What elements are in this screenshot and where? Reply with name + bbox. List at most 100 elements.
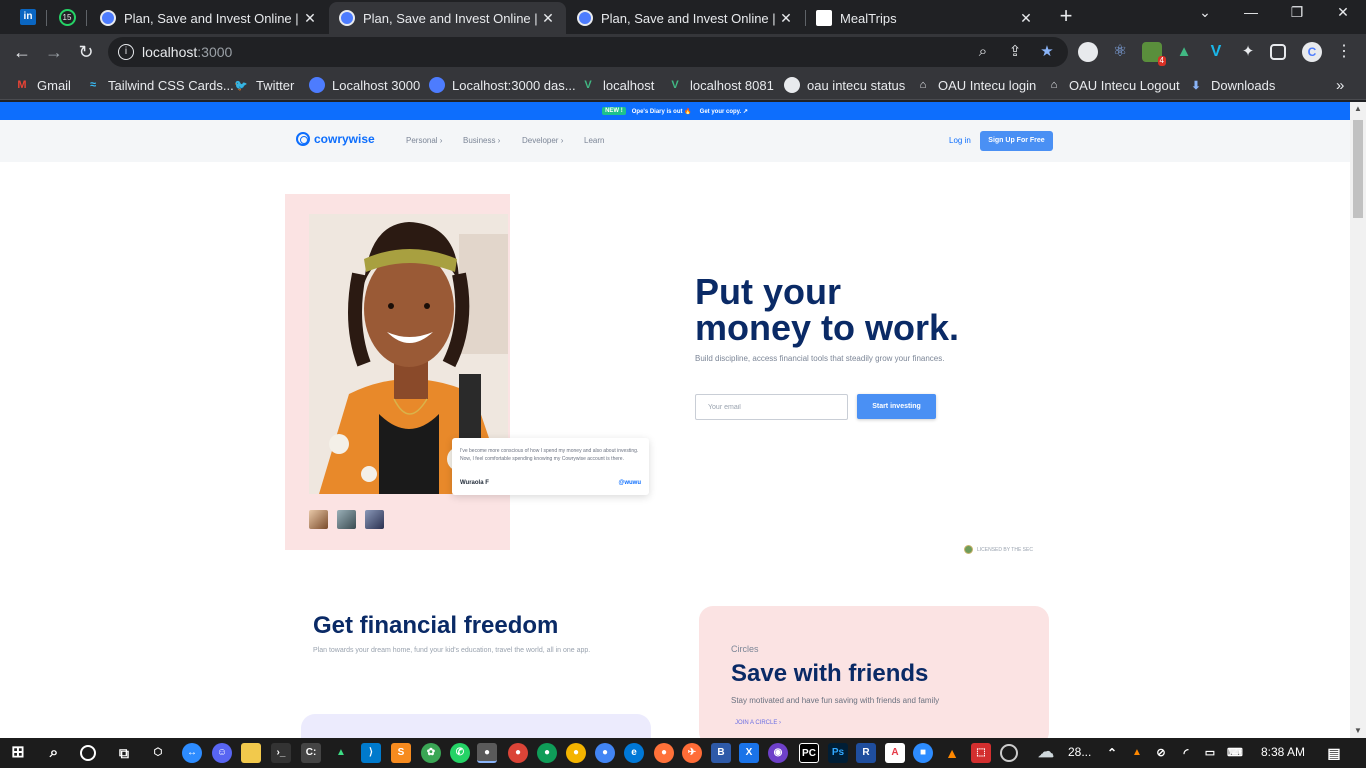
site-info-icon[interactable]: i [118,44,134,60]
close-tab-icon[interactable]: ✕ [1018,10,1034,27]
bookmark-downloads[interactable]: ⬇ Downloads [1188,76,1275,94]
bookmark-localhost-8081[interactable]: Vlocalhost 8081 [667,76,774,94]
bookmark-localhost-3000[interactable]: Localhost 3000 [309,76,420,94]
bookmark-gmail[interactable]: M Gmail [14,76,71,94]
nav-personal[interactable]: Personal › [406,136,442,145]
cmd-icon[interactable]: C: [301,743,321,763]
reload-icon[interactable]: ↻ [74,40,98,64]
whatsapp-taskbar-icon[interactable]: ✆ [450,743,470,763]
url-text[interactable]: localhost:3000 [142,44,232,60]
bookmark-twitter[interactable]: 🐦 Twitter [233,76,294,94]
vue-devtools-icon[interactable]: ▲ [1174,42,1194,62]
profile-extension-icon[interactable] [1078,42,1098,62]
r-studio-icon[interactable]: R [856,743,876,763]
chrome-profile-icon[interactable]: ● [508,743,528,763]
notifications-icon[interactable]: ▤ [1324,743,1344,763]
pinned-tab-whatsapp[interactable]: 15 [56,6,78,28]
word-icon[interactable]: B [711,743,731,763]
tab-cowrywise-2[interactable]: Plan, Save and Invest Online | Get ✕ [329,2,566,34]
bookmark-oau-intecu-logout[interactable]: ⌂ OAU Intecu Logout [1046,76,1180,94]
side-panel-icon[interactable] [1270,44,1286,60]
bookmark-star-icon[interactable]: ★ [1038,43,1056,61]
tab-cowrywise-1[interactable]: Plan, Save and Invest Online | Get ✕ [90,2,328,34]
app-x-icon[interactable]: X [739,743,759,763]
new-tab-button[interactable]: + [1055,5,1077,27]
scrollbar-thumb[interactable] [1353,120,1363,218]
login-link[interactable]: Log in [949,136,971,145]
bookmark-localhost-dashboard[interactable]: Localhost:3000 das... [429,76,576,94]
extensions-puzzle-icon[interactable]: ✦ [1238,42,1258,62]
vscode-icon[interactable]: ⟩ [361,743,381,763]
email-field[interactable] [695,394,848,420]
thumbnail-avatar[interactable] [337,510,356,529]
network-off-icon[interactable]: ⊘ [1151,743,1171,763]
zoom-search-icon[interactable]: ⌕ [974,43,992,61]
react-devtools-icon[interactable]: ⚛ [1110,42,1130,62]
close-tab-icon[interactable]: ✕ [302,10,318,27]
cowrywise-logo[interactable]: cowrywise [296,132,375,146]
photoshop-icon[interactable]: Ps [828,743,848,763]
more-bookmarks-button[interactable]: » [1336,76,1344,94]
pinned-tab-linkedin[interactable]: in [17,6,39,28]
tab-search-chevron-icon[interactable]: ⌄ [1193,4,1217,21]
terminal-icon[interactable]: ›_ [271,743,291,763]
pycharm-icon[interactable]: PC [799,743,819,763]
chrome-active-icon[interactable]: ● [477,743,497,763]
cortana-icon[interactable] [80,745,96,761]
zoom-icon[interactable]: ■ [913,743,933,763]
virtualbox-icon[interactable]: ⬡ [148,743,168,763]
address-bar[interactable]: i localhost:3000 ⌕ ⇪ ★ [108,37,1068,67]
back-arrow-icon[interactable]: ← [10,40,34,64]
weather-cloud-icon[interactable]: ☁ [1036,743,1056,763]
edge-icon[interactable]: e [624,743,644,763]
github-desktop-icon[interactable]: ◉ [768,743,788,763]
nav-developer[interactable]: Developer › [522,136,563,145]
close-tab-icon[interactable]: ✕ [540,10,556,27]
discord-icon[interactable]: ☺ [212,743,232,763]
signup-button[interactable]: Sign Up For Free [980,131,1053,151]
forward-arrow-icon[interactable]: → [42,40,66,64]
close-tab-icon[interactable]: ✕ [778,10,794,27]
bookmark-tailwind[interactable]: ≈ Tailwind CSS Cards... [85,76,234,94]
page-scrollbar[interactable]: ▲ ▼ [1350,102,1366,738]
promo-banner[interactable]: NEW ! Ope's Diary is out 🔥 Get your copy… [0,102,1350,120]
vlc-icon[interactable]: ▲ [942,743,962,763]
firefox-icon[interactable]: ● [654,743,674,763]
sublime-icon[interactable]: S [391,743,411,763]
bookmark-oau-intecu-status[interactable]: oau intecu status [784,76,905,94]
tab-cowrywise-3[interactable]: Plan, Save and Invest Online | Get ✕ [567,2,804,34]
join-circle-link[interactable]: JOIN A CIRCLE › [735,720,781,726]
tray-chevron-icon[interactable]: ⌃ [1102,743,1122,763]
teamviewer-icon[interactable]: ↔ [182,743,202,763]
chrome-profile-icon[interactable]: ● [537,743,557,763]
bookmark-oau-intecu-login[interactable]: ⌂ OAU Intecu login [915,76,1037,94]
thumbnail-avatar[interactable] [309,510,328,529]
thumbnail-avatar[interactable] [365,510,384,529]
weather-text[interactable]: 28... [1068,745,1091,759]
close-window-icon[interactable]: ✕ [1331,4,1355,21]
chrome-profile-icon[interactable]: ● [595,743,615,763]
tab-mealtrips[interactable]: MealTrips ✕ [806,2,1044,34]
scroll-up-arrow-icon[interactable]: ▲ [1350,102,1366,116]
minimize-icon[interactable]: — [1239,4,1263,20]
vlc-tray-icon[interactable]: ▲ [1127,743,1147,763]
chrome-menu-icon[interactable]: ⋮ [1334,42,1354,62]
task-view-icon[interactable]: ⧉ [114,743,134,763]
profile-avatar-icon[interactable]: C [1302,42,1322,62]
testimonial-handle[interactable]: @wuwu [618,480,641,486]
acrobat-icon[interactable]: A [885,743,905,763]
bookmark-localhost[interactable]: Vlocalhost [580,76,654,94]
postman-icon[interactable]: ✈ [682,743,702,763]
wifi-icon[interactable]: ◜ [1176,743,1196,763]
obs-icon[interactable] [1000,744,1018,762]
keyboard-icon[interactable]: ⌨ [1225,743,1245,763]
start-investing-button[interactable]: Start investing [857,394,936,419]
extension-badge-icon[interactable]: 4 [1142,42,1166,66]
clock-time[interactable]: 8:38 AM [1261,745,1305,759]
windows-start-icon[interactable]: ⊞ [8,743,28,763]
pdf-icon[interactable]: ⬚ [971,743,991,763]
scroll-down-arrow-icon[interactable]: ▼ [1350,724,1366,738]
android-studio-icon[interactable]: ▲ [331,743,351,763]
file-explorer-icon[interactable] [241,743,261,763]
restore-icon[interactable]: ❐ [1285,4,1309,21]
